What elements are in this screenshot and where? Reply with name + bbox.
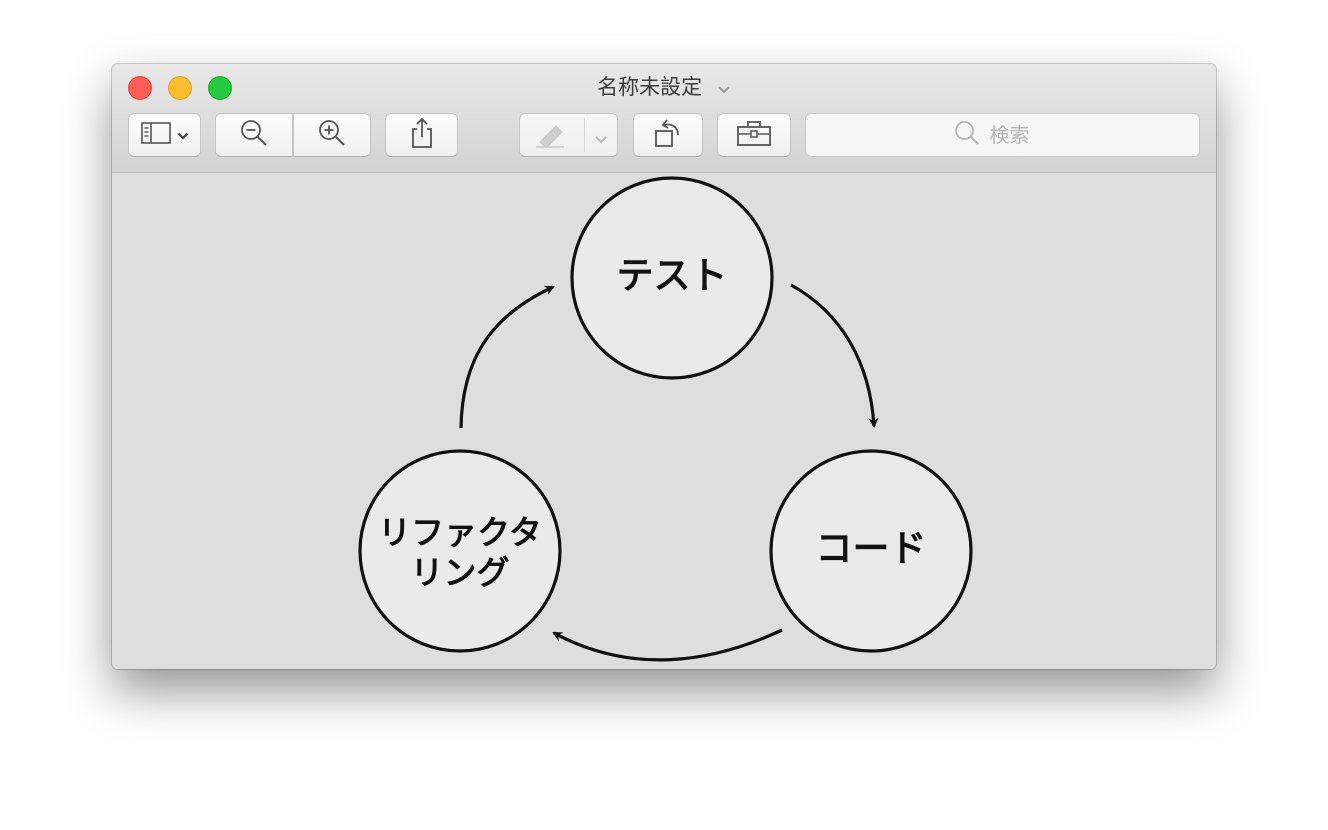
node-code-label: コード xyxy=(815,527,927,570)
pen-icon xyxy=(534,122,568,152)
node-refactor-label-line2: リング xyxy=(410,553,510,592)
chevron-down-icon xyxy=(177,126,189,145)
chevron-down-icon xyxy=(594,130,608,149)
toolbox-icon xyxy=(736,119,772,151)
markup-button[interactable] xyxy=(519,113,618,157)
share-button[interactable] xyxy=(385,113,458,157)
window-title: 名称未設定 xyxy=(597,75,703,99)
rotate-icon xyxy=(652,117,684,153)
node-refactor-label-line1: リファクタ xyxy=(378,513,542,552)
chevron-down-icon xyxy=(717,75,731,101)
node-refactor-label: リファクタ リング xyxy=(360,513,560,593)
zoom-out-button[interactable] xyxy=(215,113,293,157)
arrow-refactor-to-test xyxy=(459,285,555,429)
sidebar-icon xyxy=(140,121,171,149)
share-icon xyxy=(409,117,435,153)
arrow-code-to-refactor xyxy=(552,628,783,662)
preview-window: 名称未設定 検索 テスト コード リファクタ リング xyxy=(112,64,1216,669)
tdd-cycle-diagram xyxy=(358,176,973,662)
zoom-out-icon xyxy=(239,118,269,152)
search-input[interactable] xyxy=(987,122,1052,148)
search-icon xyxy=(954,120,980,150)
rotate-button[interactable] xyxy=(633,113,703,157)
markup-divider xyxy=(584,118,585,152)
document-canvas: テスト コード リファクタ リング xyxy=(112,173,1216,669)
sidebar-toggle-button[interactable] xyxy=(128,113,201,157)
search-field[interactable] xyxy=(805,113,1200,157)
toolbox-button[interactable] xyxy=(717,113,791,157)
node-test-label: テスト xyxy=(616,254,728,297)
zoom-in-icon xyxy=(317,118,347,152)
zoom-in-button[interactable] xyxy=(293,113,371,157)
window-title-container[interactable]: 名称未設定 xyxy=(112,74,1216,101)
arrow-test-to-code xyxy=(790,283,879,428)
